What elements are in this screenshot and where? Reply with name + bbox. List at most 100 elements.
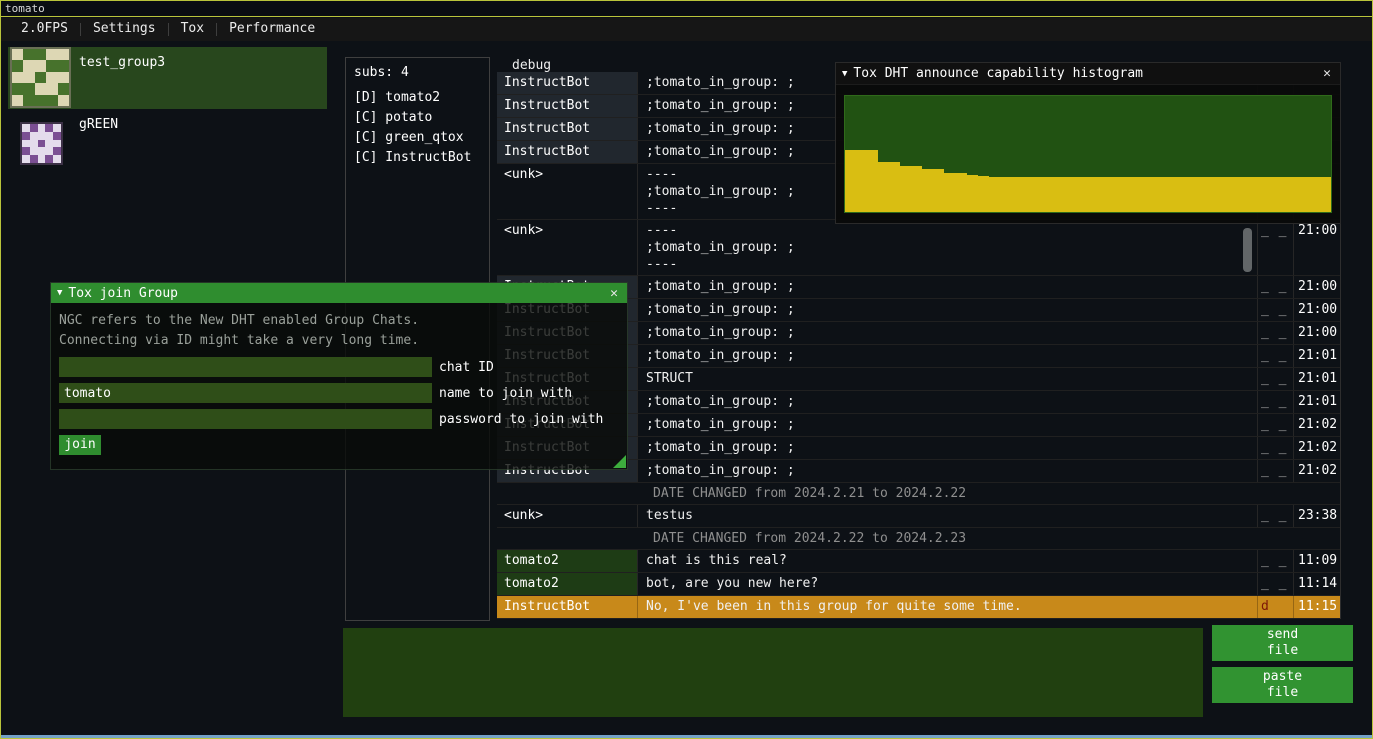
join-name-field-row: name to join with bbox=[59, 383, 619, 403]
histogram-bar bbox=[1232, 177, 1243, 212]
close-icon[interactable]: ✕ bbox=[607, 286, 621, 301]
window-border-bottom bbox=[1, 735, 1372, 738]
os-window-title: tomato bbox=[5, 2, 45, 15]
close-icon[interactable]: ✕ bbox=[1320, 66, 1334, 81]
menu-settings[interactable]: Settings bbox=[81, 18, 168, 41]
message-timestamp: 11:09 bbox=[1293, 550, 1340, 572]
histogram-bar bbox=[933, 169, 944, 212]
histogram-bar bbox=[1066, 177, 1077, 212]
join-group-title: Tox join Group bbox=[68, 286, 178, 301]
avatar-pixel bbox=[35, 83, 46, 94]
collapse-arrow-icon[interactable]: ▼ bbox=[57, 283, 62, 303]
avatar-pixel bbox=[53, 124, 61, 132]
message-timestamp: 21:00 bbox=[1293, 276, 1340, 298]
histogram-bar bbox=[1022, 177, 1033, 212]
subs-member-item[interactable]: [C] green_qtox bbox=[346, 128, 489, 148]
message-text: ;tomato_in_group: ; bbox=[637, 414, 1257, 436]
join-group-description-line1: NGC refers to the New DHT enabled Group … bbox=[59, 311, 619, 331]
histogram-bar bbox=[1011, 177, 1022, 212]
compose-input[interactable] bbox=[343, 628, 1203, 717]
menu-performance[interactable]: Performance bbox=[217, 18, 327, 41]
message-text: ;tomato_in_group: ; bbox=[637, 460, 1257, 482]
dht-histogram-window: ▼ Tox DHT announce capability histogram … bbox=[835, 62, 1341, 224]
avatar-pixel bbox=[22, 155, 30, 163]
histogram-bar bbox=[1077, 177, 1088, 212]
message-timestamp: 23:38 bbox=[1293, 505, 1340, 527]
histogram-bar bbox=[1254, 177, 1265, 212]
collapse-arrow-icon[interactable]: ▼ bbox=[842, 64, 847, 84]
avatar-pixel bbox=[38, 155, 46, 163]
os-window-titlebar[interactable]: tomato bbox=[1, 1, 1372, 17]
histogram-bar bbox=[1121, 177, 1132, 212]
histogram-bar bbox=[1176, 177, 1187, 212]
chat-message-row[interactable]: tomato2chat is this real?_ _11:09 bbox=[497, 550, 1340, 573]
message-status-flags: _ _ bbox=[1257, 322, 1293, 344]
histogram-bar bbox=[900, 166, 911, 212]
histogram-bar bbox=[955, 173, 966, 212]
dht-histogram-titlebar[interactable]: ▼ Tox DHT announce capability histogram … bbox=[836, 63, 1340, 85]
send-file-button-label-line1: send bbox=[1267, 627, 1298, 643]
send-file-button-label-line2: file bbox=[1267, 643, 1298, 659]
histogram-bar bbox=[967, 175, 978, 212]
avatar-pixel bbox=[45, 155, 53, 163]
chat-id-input[interactable] bbox=[59, 357, 432, 377]
join-group-body: NGC refers to the New DHT enabled Group … bbox=[51, 303, 627, 463]
avatar-pixel bbox=[12, 49, 23, 60]
avatar-pixel bbox=[53, 155, 61, 163]
histogram-bar bbox=[1287, 177, 1298, 212]
histogram-bar bbox=[878, 162, 889, 212]
message-timestamp: 21:01 bbox=[1293, 345, 1340, 367]
message-author: <unk> bbox=[497, 220, 637, 275]
avatar-pixel bbox=[23, 95, 34, 106]
paste-file-button[interactable]: paste file bbox=[1212, 667, 1353, 703]
histogram-bar bbox=[856, 150, 867, 212]
histogram-bar bbox=[1132, 177, 1143, 212]
dht-histogram-body bbox=[836, 85, 1340, 223]
subs-member-item[interactable]: [D] tomato2 bbox=[346, 88, 489, 108]
join-button[interactable]: join bbox=[59, 435, 101, 455]
dht-histogram-plot bbox=[844, 95, 1332, 213]
message-timestamp: 21:00 bbox=[1293, 299, 1340, 321]
message-status-flags: _ _ bbox=[1257, 391, 1293, 413]
histogram-bar bbox=[1210, 177, 1221, 212]
avatar-pixel bbox=[38, 147, 46, 155]
join-name-input[interactable] bbox=[59, 383, 432, 403]
date-changed-row: DATE CHANGED from 2024.2.22 to 2024.2.23 bbox=[497, 528, 1340, 550]
resize-grip-icon[interactable] bbox=[613, 455, 626, 468]
chat-message-row[interactable]: <unk>----;tomato_in_group: ;----_ _21:00 bbox=[497, 220, 1340, 276]
subs-member-item[interactable]: [C] InstructBot bbox=[346, 148, 489, 168]
histogram-bar bbox=[1265, 177, 1276, 212]
message-timestamp: 21:02 bbox=[1293, 414, 1340, 436]
avatar-pixel bbox=[35, 49, 46, 60]
message-author: InstructBot bbox=[497, 596, 637, 618]
join-name-label: name to join with bbox=[439, 386, 572, 401]
message-status-flags: _ _ bbox=[1257, 345, 1293, 367]
send-file-button[interactable]: send file bbox=[1212, 625, 1353, 661]
avatar-pixel bbox=[23, 83, 34, 94]
subs-member-list: [D] tomato2[C] potato[C] green_qtox[C] I… bbox=[346, 88, 489, 168]
avatar-pixel bbox=[30, 147, 38, 155]
avatar-pixel bbox=[12, 60, 23, 71]
chat-tab-debug[interactable]: debug bbox=[512, 58, 551, 73]
avatar-pixel bbox=[35, 95, 46, 106]
chat-scrollbar-thumb[interactable] bbox=[1243, 228, 1252, 272]
histogram-bar bbox=[1221, 177, 1232, 212]
join-group-titlebar[interactable]: ▼ Tox join Group ✕ bbox=[51, 283, 627, 303]
histogram-bar bbox=[1243, 177, 1254, 212]
chat-message-row[interactable]: <unk>testus_ _23:38 bbox=[497, 505, 1340, 528]
avatar-pixel bbox=[53, 140, 61, 148]
menu-tox[interactable]: Tox bbox=[169, 18, 216, 41]
join-password-input[interactable] bbox=[59, 409, 432, 429]
chat-message-row[interactable]: InstructBotNo, I've been in this group f… bbox=[497, 596, 1340, 619]
contact-name: test_group3 bbox=[79, 55, 165, 70]
histogram-bar bbox=[1033, 177, 1044, 212]
message-text: bot, are you new here? bbox=[637, 573, 1257, 595]
message-status-flags: _ _ bbox=[1257, 505, 1293, 527]
avatar-pixel bbox=[23, 60, 34, 71]
avatar-pixel bbox=[38, 140, 46, 148]
subs-member-item[interactable]: [C] potato bbox=[346, 108, 489, 128]
avatar-pixel bbox=[46, 72, 57, 83]
contact-avatar-green bbox=[20, 122, 63, 165]
chat-message-row[interactable]: tomato2bot, are you new here?_ _11:14 bbox=[497, 573, 1340, 596]
avatar-pixel bbox=[46, 49, 57, 60]
